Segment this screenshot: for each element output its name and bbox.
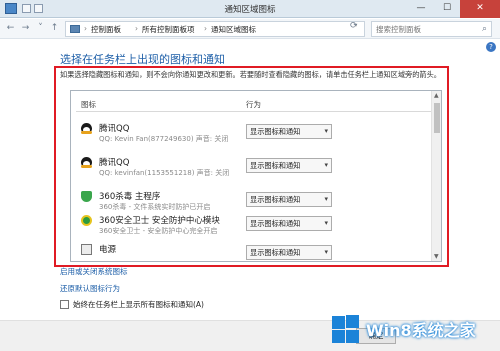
breadcrumb[interactable]: › 控制面板 › 所有控制面板项 › 通知区域图标 ˅ (65, 21, 365, 37)
behavior-select[interactable]: 显示图标和通知 ▾ (246, 192, 332, 207)
intro-text: 如果选择隐藏图标和通知，则不会向你通知更改和更新。若要随时查看隐藏的图标，请单击… (60, 70, 441, 79)
list-item: 腾讯QQ QQ: kevinfan(1153551218) 声音: 关闭 显示图… (71, 154, 431, 188)
chevron-down-icon[interactable]: ˅ (34, 22, 47, 35)
control-panel-icon (70, 25, 80, 33)
search-field[interactable]: ⌕ (371, 21, 492, 37)
back-arrow-icon[interactable]: ← (4, 22, 17, 35)
item-name: 腾讯QQ (99, 158, 130, 168)
vertical-scrollbar[interactable]: ▲ ▼ (431, 91, 441, 261)
chevron-down-icon: ▾ (324, 161, 328, 169)
always-show-all-checkbox[interactable] (60, 300, 69, 309)
qq-penguin-icon (81, 157, 92, 168)
list-item: 腾讯QQ QQ: Kevin Fan(877249630) 声音: 关闭 显示图… (71, 120, 431, 154)
minimize-button[interactable]: — (408, 0, 434, 18)
item-description: 360杀毒 - 文件系统实时防护已开启 (99, 203, 211, 211)
toggle-system-icons-link[interactable]: 启用或关闭系统图标 (60, 266, 128, 277)
column-header-icon: 图标 (81, 100, 96, 109)
search-input[interactable] (376, 23, 476, 35)
guard-icon (81, 215, 92, 226)
behavior-select[interactable]: 显示图标和通知 ▾ (246, 216, 332, 231)
breadcrumb-item[interactable]: 控制面板 (91, 24, 121, 35)
refresh-icon[interactable]: ⟳ (350, 21, 358, 31)
behavior-select[interactable]: 显示图标和通知 ▾ (246, 124, 332, 139)
watermark: Win8系统之家 (330, 314, 498, 348)
item-description: 360安全卫士 - 安全防护中心完全开启 (99, 227, 218, 235)
up-arrow-icon[interactable]: ↑ (48, 22, 61, 35)
breadcrumb-item[interactable]: 所有控制面板项 (142, 24, 195, 35)
breadcrumb-item[interactable]: 通知区域图标 (211, 24, 256, 35)
item-name: 腾讯QQ (99, 124, 130, 134)
close-button[interactable]: ✕ (460, 0, 500, 18)
maximize-button[interactable]: ☐ (434, 0, 460, 18)
chevron-down-icon: ▾ (324, 195, 328, 203)
restore-default-link[interactable]: 还原默认图标行为 (60, 283, 120, 294)
behavior-select[interactable]: 显示图标和通知 ▾ (246, 245, 332, 260)
page-title: 选择在任务栏上出现的图标和通知 (60, 53, 225, 66)
column-header-behavior: 行为 (246, 100, 261, 109)
item-description: QQ: Kevin Fan(877249630) 声音: 关闭 (99, 135, 229, 143)
qq-penguin-icon (81, 123, 92, 134)
scroll-down-icon[interactable]: ▼ (434, 253, 439, 260)
item-name: 360安全卫士 安全防护中心模块 (99, 216, 220, 226)
chevron-down-icon: ▾ (324, 219, 328, 227)
shield-icon (81, 191, 92, 202)
power-icon (81, 244, 92, 255)
item-description: QQ: kevinfan(1153551218) 声音: 关闭 (99, 169, 230, 177)
scroll-up-icon[interactable]: ▲ (434, 92, 439, 99)
header-divider (76, 111, 431, 112)
windows-logo-icon (330, 314, 360, 344)
watermark-text: Win8系统之家 (366, 321, 476, 340)
forward-arrow-icon[interactable]: → (19, 22, 32, 35)
title-bar: 通知区域图标 — ☐ ✕ (0, 0, 500, 18)
checkbox-label[interactable]: 始终在任务栏上显示所有图标和通知(A) (73, 299, 204, 310)
chevron-down-icon: ▾ (324, 127, 328, 135)
help-icon[interactable]: ? (486, 42, 496, 52)
item-name: 360杀毒 主程序 (99, 192, 161, 202)
scroll-thumb[interactable] (434, 103, 440, 133)
item-name: 电源 (99, 245, 117, 255)
list-item: 电源 显示图标和通知 ▾ (71, 241, 431, 261)
address-bar: ← → ˅ ↑ › 控制面板 › 所有控制面板项 › 通知区域图标 ˅ ⟳ ⌕ (0, 19, 500, 39)
chevron-down-icon: ▾ (324, 248, 328, 256)
search-icon[interactable]: ⌕ (482, 24, 487, 34)
behavior-select[interactable]: 显示图标和通知 ▾ (246, 158, 332, 173)
icon-behavior-list: 图标 行为 腾讯QQ QQ: Kevin Fan(877249630) 声音: … (70, 90, 442, 262)
